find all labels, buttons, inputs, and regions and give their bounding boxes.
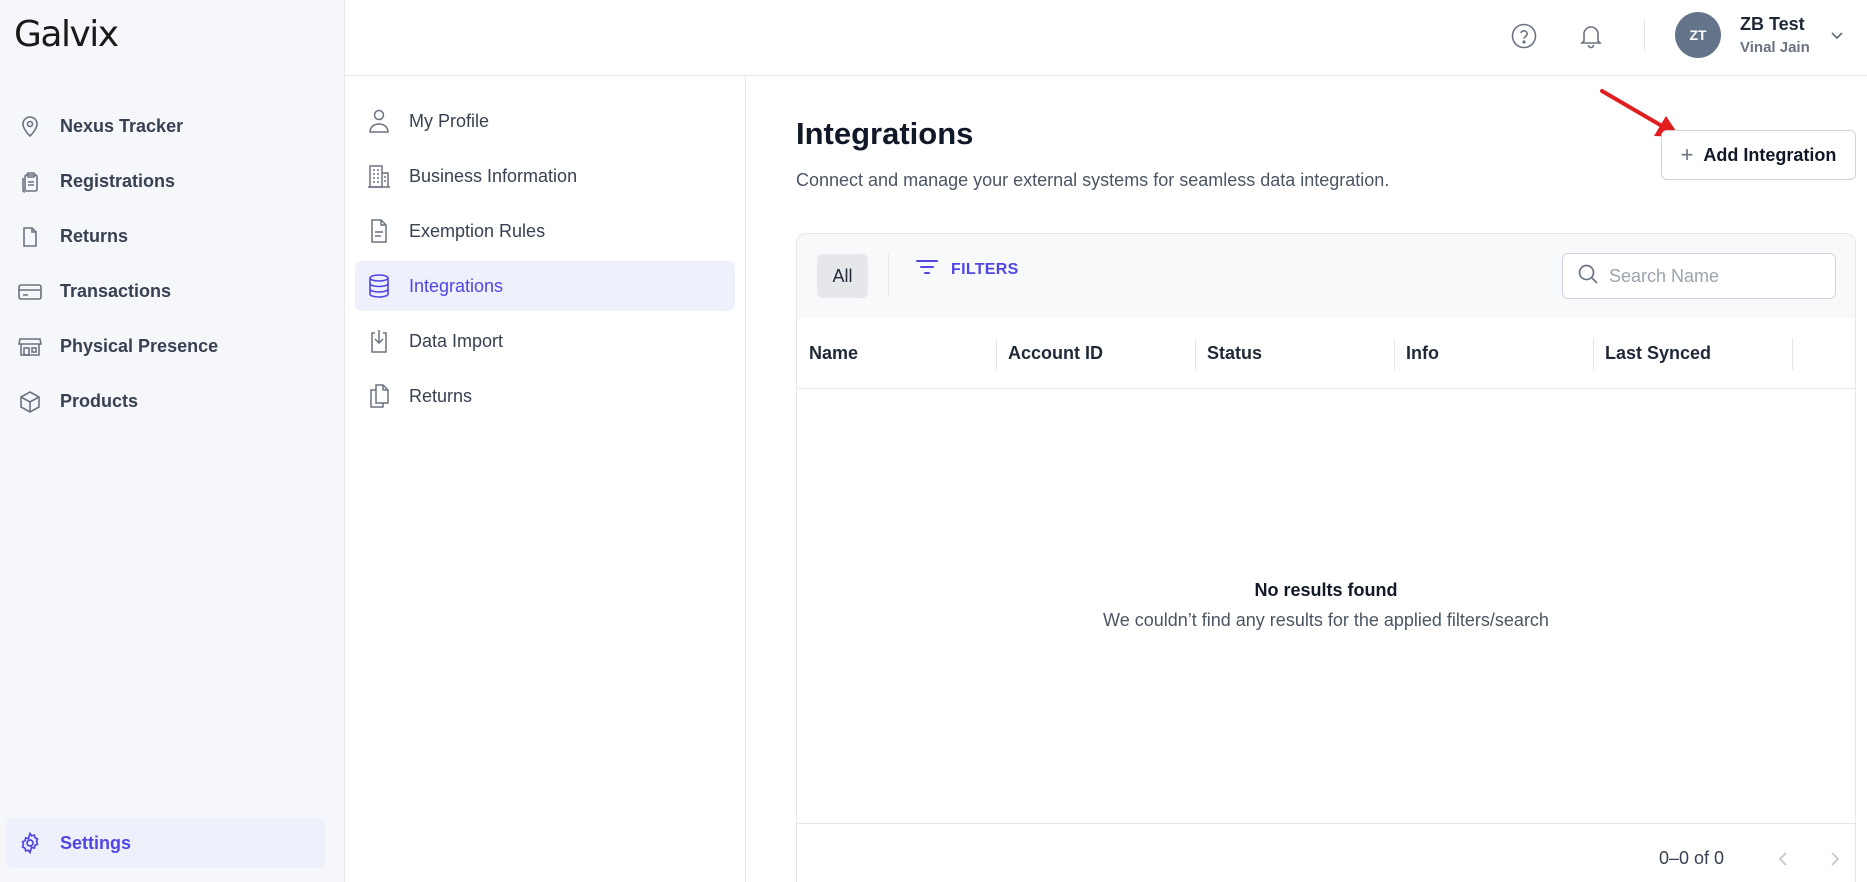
document-icon xyxy=(16,223,44,251)
main-sidebar: Galvix Nexus Tracker Registrations Retur… xyxy=(0,0,345,882)
settings-nav-label: Exemption Rules xyxy=(409,220,546,241)
integrations-table-card: All FILTERS Name Account ID Status xyxy=(796,233,1856,882)
gear-icon xyxy=(16,829,44,857)
download-file-icon xyxy=(365,327,393,355)
column-separator[interactable] xyxy=(1195,338,1196,370)
settings-nav-returns[interactable]: Returns xyxy=(355,371,735,421)
column-header-account-id[interactable]: Account ID xyxy=(1008,318,1103,389)
location-pin-icon xyxy=(16,113,44,141)
app-logo[interactable]: Galvix xyxy=(14,14,119,55)
settings-subnav: My Profile Business Information Exemptio… xyxy=(345,76,746,882)
sidebar-item-label: Returns xyxy=(60,226,129,246)
settings-nav-integrations[interactable]: Integrations xyxy=(355,261,735,311)
empty-state-title: No results found xyxy=(1254,580,1398,600)
sidebar-item-label: Settings xyxy=(60,832,132,853)
empty-state-message: We couldn’t find any results for the app… xyxy=(1103,610,1549,630)
settings-nav-exemption-rules[interactable]: Exemption Rules xyxy=(355,206,735,256)
filters-label: FILTERS xyxy=(951,260,1019,278)
user-icon xyxy=(365,107,393,135)
bell-icon[interactable] xyxy=(1574,19,1608,53)
main-content: Integrations Connect and manage your ext… xyxy=(746,76,1867,882)
plus-icon: + xyxy=(1680,142,1694,167)
avatar[interactable]: ZT xyxy=(1675,12,1721,58)
main-nav: Nexus Tracker Registrations Returns Tran… xyxy=(0,99,345,429)
user-subtitle: Vinal Jain xyxy=(1740,39,1810,56)
copy-files-icon xyxy=(365,382,393,410)
settings-nav-label: Business Information xyxy=(409,165,578,186)
column-separator[interactable] xyxy=(1593,338,1594,370)
column-separator[interactable] xyxy=(996,338,997,370)
column-separator[interactable] xyxy=(1792,338,1793,370)
table-header: Name Account ID Status Info Last Synced xyxy=(797,318,1855,389)
sidebar-item-nexus-tracker[interactable]: Nexus Tracker xyxy=(0,99,345,154)
filters-button[interactable]: FILTERS xyxy=(915,258,1019,281)
sidebar-item-label: Nexus Tracker xyxy=(60,116,184,136)
page-title: Integrations xyxy=(796,116,974,151)
toolbar-divider xyxy=(888,254,889,296)
settings-nav-label: Integrations xyxy=(409,275,504,296)
filter-chip-all[interactable]: All xyxy=(817,254,868,298)
sidebar-item-label: Registrations xyxy=(60,171,176,191)
column-header-status[interactable]: Status xyxy=(1207,318,1262,389)
add-integration-button[interactable]: + Add Integration xyxy=(1661,130,1856,180)
database-icon xyxy=(365,272,393,300)
help-circle-icon[interactable] xyxy=(1507,19,1541,53)
add-integration-label: Add Integration xyxy=(1703,144,1837,165)
clipboard-icon xyxy=(16,168,44,196)
search-icon xyxy=(1577,263,1599,290)
sidebar-item-label: Transactions xyxy=(60,281,172,301)
topbar-divider xyxy=(1644,18,1645,52)
building-icon xyxy=(365,162,393,190)
sidebar-item-label: Physical Presence xyxy=(60,336,219,356)
file-text-icon xyxy=(365,217,393,245)
settings-nav-my-profile[interactable]: My Profile xyxy=(355,96,735,146)
user-name[interactable]: ZB Test xyxy=(1740,14,1805,35)
sidebar-item-registrations[interactable]: Registrations xyxy=(0,154,345,209)
column-header-info[interactable]: Info xyxy=(1406,318,1439,389)
page-subtitle: Connect and manage your external systems… xyxy=(796,170,1390,190)
sidebar-item-transactions[interactable]: Transactions xyxy=(0,264,345,319)
sidebar-item-label: Products xyxy=(60,391,139,411)
search-box[interactable] xyxy=(1562,253,1836,299)
top-bar: ZT ZB Test Vinal Jain xyxy=(345,0,1867,76)
column-header-name[interactable]: Name xyxy=(809,318,858,389)
sidebar-item-products[interactable]: Products xyxy=(0,374,345,429)
settings-nav-data-import[interactable]: Data Import xyxy=(355,316,735,366)
chevron-down-icon[interactable] xyxy=(1826,24,1848,46)
settings-nav-label: Returns xyxy=(409,385,473,406)
table-toolbar: All FILTERS xyxy=(797,234,1855,318)
next-page-button[interactable] xyxy=(1819,844,1849,874)
column-separator[interactable] xyxy=(1394,338,1395,370)
sidebar-item-settings[interactable]: Settings xyxy=(6,818,325,868)
settings-nav-label: Data Import xyxy=(409,330,504,351)
settings-nav-label: My Profile xyxy=(409,110,490,131)
filter-icon xyxy=(915,258,939,281)
pagination-range: 0–0 of 0 xyxy=(1659,848,1725,868)
column-header-last-synced[interactable]: Last Synced xyxy=(1605,318,1711,389)
store-icon xyxy=(16,333,44,361)
search-input[interactable] xyxy=(1609,265,1819,287)
previous-page-button[interactable] xyxy=(1769,844,1799,874)
sidebar-item-returns[interactable]: Returns xyxy=(0,209,345,264)
credit-card-icon xyxy=(16,278,44,306)
table-pagination: 0–0 of 0 xyxy=(797,823,1855,882)
box-icon xyxy=(16,388,44,416)
sidebar-item-physical-presence[interactable]: Physical Presence xyxy=(0,319,345,374)
settings-nav-business-information[interactable]: Business Information xyxy=(355,151,735,201)
